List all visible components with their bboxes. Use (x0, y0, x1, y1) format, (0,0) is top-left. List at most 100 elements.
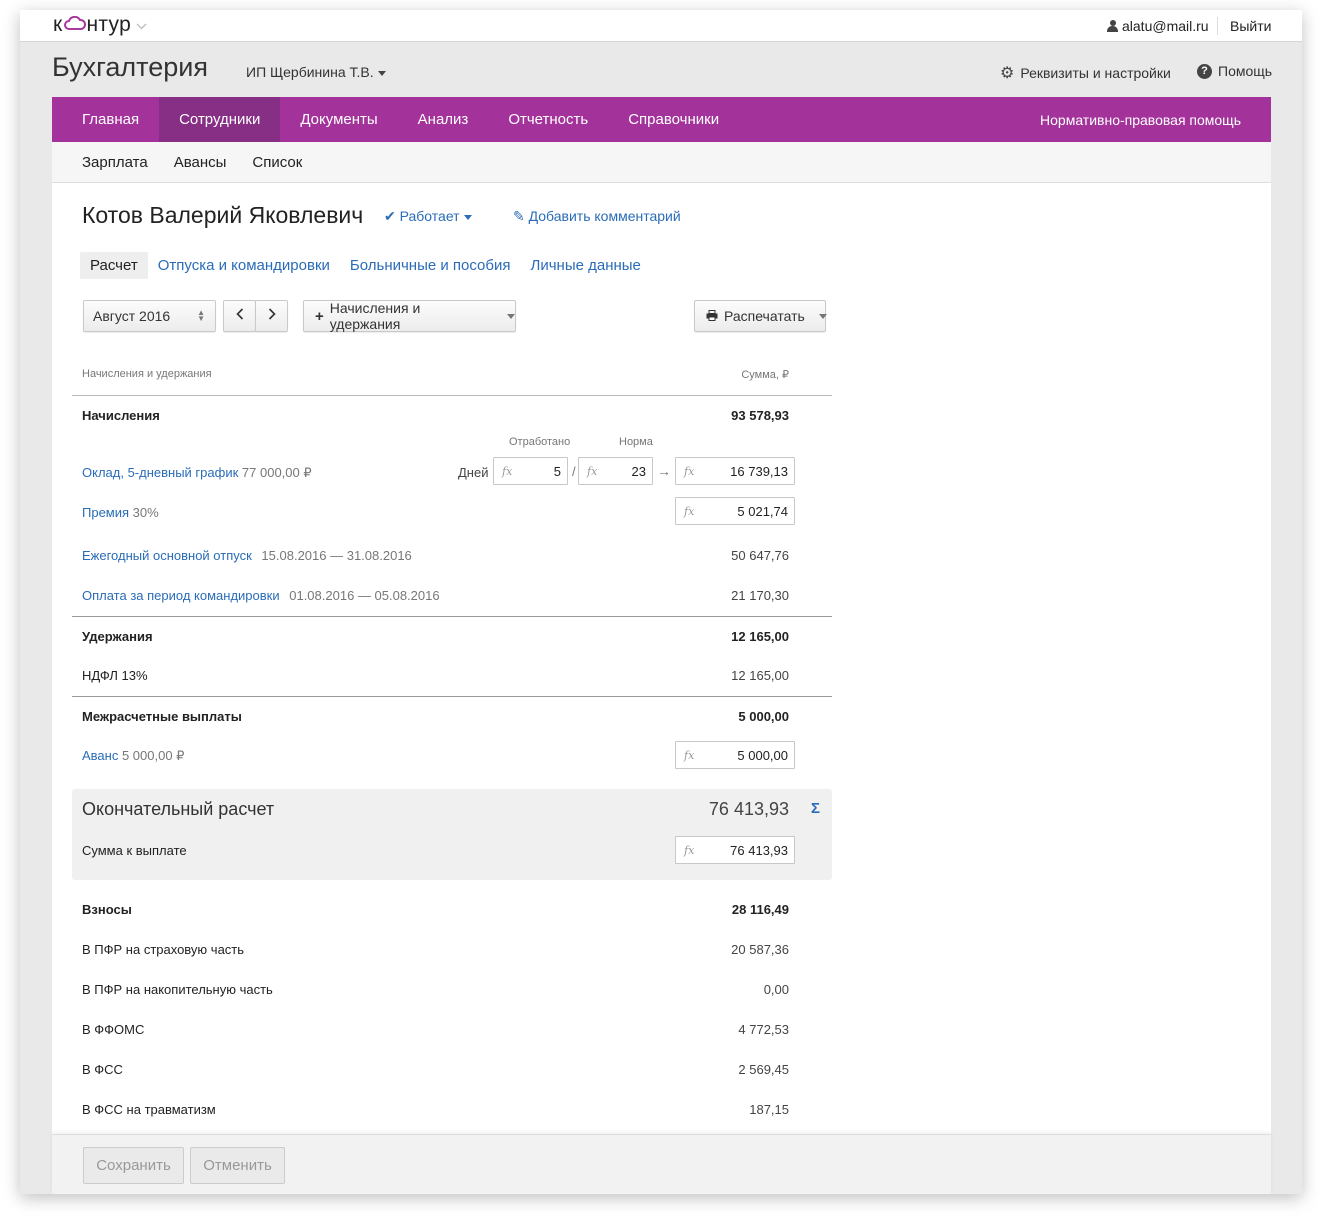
tab-sick-leave[interactable]: Больничные и пособия (340, 252, 521, 279)
subnav-item-list[interactable]: Список (252, 154, 302, 171)
salary-rate: 77 000,00 ₽ (241, 465, 312, 480)
payout-label: Сумма к выплате (82, 843, 187, 858)
vacation-amount: 50 647,76 (731, 548, 789, 563)
worked-label: Отработано (509, 436, 571, 448)
payout-amount-input[interactable]: fx 76 413,93 (675, 836, 795, 864)
vacation-link[interactable]: Ежегодный основной отпуск (82, 548, 252, 563)
column-header-sum: Сумма, ₽ (741, 369, 789, 381)
save-button[interactable]: Сохранить (83, 1147, 184, 1184)
add-accrual-button[interactable]: + Начисления и удержания (303, 300, 516, 332)
nav-item-analysis[interactable]: Анализ (398, 97, 489, 142)
arrow-right-icon: → (657, 463, 671, 479)
nav-item-references[interactable]: Справочники (608, 97, 739, 142)
section-total: 93 578,93 (731, 408, 789, 423)
vacation-period: 15.08.2016 — 31.08.2016 (261, 548, 412, 563)
nav-item-employees[interactable]: Сотрудники (159, 97, 281, 142)
ndfl-label: НДФЛ 13% (82, 668, 148, 683)
employee-name: Котов Валерий Яковлевич (82, 202, 364, 228)
ndfl-row: НДФЛ 13% 12 165,00 (72, 656, 832, 696)
slash-separator: / (572, 464, 576, 479)
user-icon (1107, 20, 1118, 32)
contribution-amount: 0,00 (763, 982, 789, 997)
nav-item-reporting[interactable]: Отчетность (488, 97, 608, 142)
tab-calculation[interactable]: Расчет (80, 252, 148, 279)
status-label: Работает (399, 208, 460, 224)
chevron-down-icon[interactable] (136, 21, 147, 33)
days-label: Дней (458, 465, 489, 480)
cancel-button[interactable]: Отменить (190, 1147, 285, 1184)
add-comment-label: Добавить комментарий (528, 208, 681, 224)
section-title: Удержания (82, 629, 153, 644)
salary-amount-input[interactable]: fx 16 739,13 (675, 457, 795, 485)
pencil-icon: ✎ (513, 208, 525, 224)
salary-row: Оклад, 5-дневный график 77 000,00 ₽ Дней… (72, 451, 832, 496)
nav-item-legal-help[interactable]: Нормативно-правовая помощь (1020, 97, 1271, 142)
user-menu[interactable]: alatu@mail.ru (1107, 18, 1209, 34)
final-settlement-title: Окончательный расчет (82, 799, 275, 819)
bonus-row: Премия 30% fx 5 021,74 (72, 496, 832, 536)
add-comment-link[interactable]: ✎ Добавить комментарий (513, 208, 681, 225)
tab-personal-data[interactable]: Личные данные (521, 252, 651, 279)
accruals-section-header: Начисления 93 578,93 (72, 396, 832, 436)
print-button[interactable]: Распечатать (694, 300, 827, 332)
norm-days-value: 23 (631, 464, 646, 479)
help-link[interactable]: ? Помощь (1197, 63, 1272, 79)
caret-down-icon (377, 70, 386, 76)
subnav-item-salary[interactable]: Зарплата (82, 154, 148, 171)
fx-icon: fx (684, 749, 695, 762)
norm-label: Норма (619, 436, 653, 448)
advance-link[interactable]: Аванс (82, 748, 118, 763)
check-icon: ✔ (384, 208, 396, 224)
kontur-logo[interactable]: к нтур (53, 13, 147, 37)
section-title: Начисления (82, 408, 160, 423)
month-value: Август 2016 (93, 308, 171, 324)
deductions-section-header: Удержания 12 165,00 (72, 616, 832, 656)
vacation-row: Ежегодный основной отпуск 15.08.2016 — 3… (72, 536, 832, 576)
worked-days-input[interactable]: fx 5 (493, 457, 568, 485)
settings-label: Реквизиты и настройки (1020, 65, 1171, 81)
sigma-icon[interactable]: Σ (811, 800, 820, 817)
org-selector[interactable]: ИП Щербинина Т.В. (246, 64, 386, 80)
ndfl-amount: 12 165,00 (731, 668, 789, 683)
logout-link[interactable]: Выйти (1230, 18, 1271, 34)
question-icon: ? (1197, 63, 1212, 79)
business-trip-link[interactable]: Оплата за период командировки (82, 588, 280, 603)
bonus-amount-input[interactable]: fx 5 021,74 (675, 497, 795, 525)
norm-days-input[interactable]: fx 23 (578, 457, 653, 485)
main-nav: Главная Сотрудники Документы Анализ Отче… (52, 97, 1271, 142)
nav-item-documents[interactable]: Документы (280, 97, 397, 142)
contribution-label: В ФСС на травматизм (82, 1102, 216, 1117)
contributions-section-header: Взносы 28 116,49 (72, 890, 832, 930)
caret-down-icon (507, 313, 515, 319)
contribution-label: В ФФОМС (82, 1022, 145, 1037)
nav-item-home[interactable]: Главная (52, 97, 159, 142)
prev-month-button[interactable] (223, 300, 256, 332)
worked-days-value: 5 (553, 464, 561, 479)
advance-amount-value: 5 000,00 (737, 748, 788, 763)
status-dropdown[interactable]: ✔ Работает (384, 208, 472, 225)
chevron-right-icon (268, 307, 276, 325)
contribution-amount: 2 569,45 (738, 1062, 789, 1077)
fx-icon: fx (684, 505, 695, 518)
contribution-amount: 20 587,36 (731, 942, 789, 957)
next-month-button[interactable] (255, 300, 288, 332)
contribution-row: В ФСС 2 569,45 (72, 1050, 832, 1090)
advance-amount-input[interactable]: fx 5 000,00 (675, 741, 795, 769)
payout-amount-value: 76 413,93 (730, 843, 788, 858)
interim-section-header: Межрасчетные выплаты 5 000,00 (72, 696, 832, 736)
business-trip-row: Оплата за период командировки 01.08.2016… (72, 576, 832, 616)
contribution-label: В ПФР на накопительную часть (82, 982, 273, 997)
logo-text-prefix: к (53, 13, 63, 36)
tab-vacations[interactable]: Отпуска и командировки (148, 252, 340, 279)
settings-link[interactable]: ⚙ Реквизиты и настройки (1000, 63, 1171, 83)
bonus-link[interactable]: Премия (82, 505, 129, 520)
subnav-item-advances[interactable]: Авансы (174, 154, 227, 171)
calculation-table: Начисления и удержания Сумма, ₽ Начислен… (72, 352, 832, 776)
contribution-row: В ПФР на страховую часть 20 587,36 (72, 930, 832, 970)
final-settlement-box: Окончательный расчет 76 413,93 Σ Сумма к… (72, 789, 832, 880)
month-select[interactable]: Август 2016 ▲ ▼ (83, 300, 216, 332)
top-bar: к нтур alatu@mail.ru Выйти (20, 10, 1302, 42)
contribution-row: В ПФР на накопительную часть 0,00 (72, 970, 832, 1010)
salary-link[interactable]: Оклад, 5-дневный график (82, 465, 238, 480)
contribution-label: В ФСС (82, 1062, 123, 1077)
